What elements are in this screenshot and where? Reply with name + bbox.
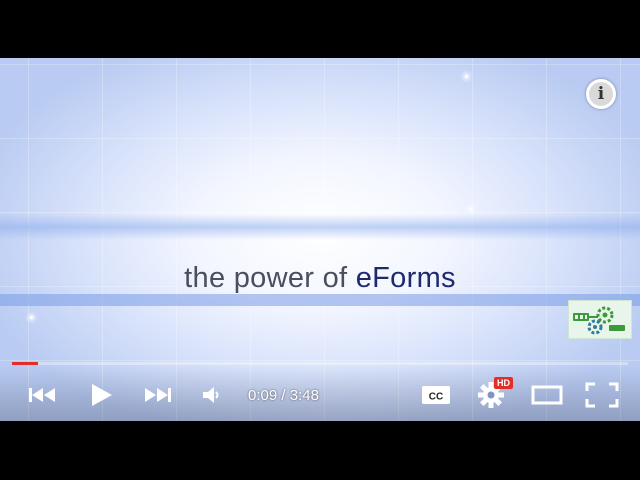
letterbox-top xyxy=(0,0,640,58)
play-button[interactable] xyxy=(86,381,116,409)
time-display: 0:09 / 3:48 xyxy=(248,387,319,404)
info-icon-glyph: i xyxy=(597,84,605,104)
volume-button[interactable] xyxy=(198,381,224,409)
progress-played xyxy=(12,362,39,365)
letterbox-bottom xyxy=(0,421,640,480)
light-band xyxy=(0,214,640,240)
video-tagline: the power of eForms xyxy=(0,262,640,295)
skip-next-icon xyxy=(145,388,171,402)
volume-icon xyxy=(203,387,219,403)
sparkle xyxy=(465,75,468,78)
theater-mode-icon xyxy=(531,385,563,405)
time-separator: / xyxy=(277,387,290,404)
light-band xyxy=(0,294,640,306)
play-icon xyxy=(92,384,112,406)
info-icon: i xyxy=(589,82,613,106)
captions-icon: CC xyxy=(422,386,450,404)
time-current: 0:09 xyxy=(248,387,278,404)
previous-button[interactable] xyxy=(26,381,58,409)
time-total: 3:48 xyxy=(289,387,319,404)
info-button[interactable]: i xyxy=(586,79,616,109)
captions-label: CC xyxy=(429,392,443,403)
captions-button[interactable]: CC xyxy=(420,381,452,409)
player-controls: 0:09 / 3:48 CC HD xyxy=(0,366,640,421)
fullscreen-icon xyxy=(585,382,619,408)
next-button[interactable] xyxy=(142,381,174,409)
hd-badge: HD xyxy=(494,377,513,389)
tagline-brand: eForms xyxy=(355,262,456,294)
fullscreen-button[interactable] xyxy=(584,381,620,409)
sparkle xyxy=(30,316,33,319)
sparkle xyxy=(470,208,472,210)
tagline-prefix: the power of xyxy=(184,262,356,294)
skip-previous-icon xyxy=(29,388,55,402)
gears-logo-icon xyxy=(568,300,632,339)
theater-mode-button[interactable] xyxy=(530,381,564,409)
progress-bar[interactable] xyxy=(12,362,628,365)
